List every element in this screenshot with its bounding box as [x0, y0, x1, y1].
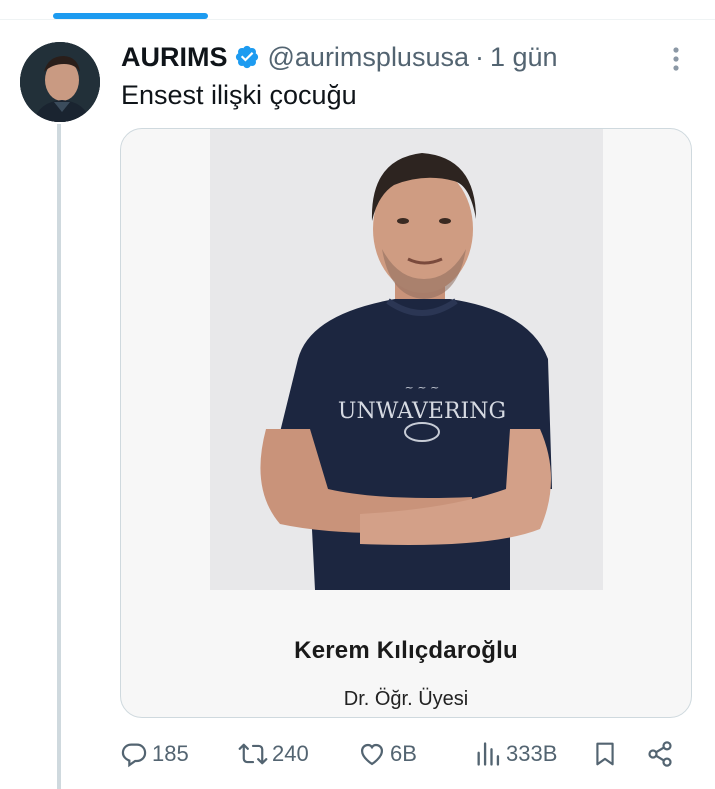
avatar[interactable]: [20, 42, 100, 122]
reply-button[interactable]: 185: [120, 734, 189, 774]
top-divider: [0, 19, 715, 20]
header-separator: ·: [475, 41, 484, 72]
svg-text:~ ~ ~: ~ ~ ~: [405, 381, 440, 394]
tweet-actions: 185 240 6B 333B: [120, 734, 680, 774]
retweet-button[interactable]: 240: [238, 734, 309, 774]
timestamp[interactable]: 1 gün: [490, 42, 558, 73]
person-photo: ~ ~ ~ UNWAVERING: [210, 129, 603, 590]
tweet-header: AURIMS @aurimsplususa · 1 gün: [121, 40, 558, 74]
views-button[interactable]: 333B: [474, 734, 557, 774]
media-card[interactable]: ~ ~ ~ UNWAVERING Kerem Kılıçdaroğlu Dr. …: [120, 128, 692, 718]
caption-title: Dr. Öğr. Üyesi: [343, 688, 469, 710]
like-button[interactable]: 6B: [358, 734, 417, 774]
display-name[interactable]: AURIMS: [121, 42, 228, 73]
retweet-count: 240: [272, 741, 309, 766]
author-handle[interactable]: @aurimsplususa: [268, 42, 470, 73]
caption-name: Kerem Kılıçdaroğlu: [294, 637, 518, 664]
more-vertical-icon[interactable]: [666, 44, 686, 74]
share-button[interactable]: [646, 734, 674, 774]
thread-connector-line: [57, 124, 61, 789]
retweet-icon: [238, 743, 268, 765]
reply-icon: [121, 743, 147, 768]
heart-icon: [360, 743, 384, 766]
avatar-image: [20, 42, 100, 122]
verified-badge-icon: [235, 45, 258, 69]
shirt-print-text: UNWAVERING: [338, 399, 506, 424]
like-count: 6B: [390, 741, 417, 766]
share-icon: [648, 741, 672, 767]
bookmark-button[interactable]: [592, 734, 618, 774]
bookmark-icon: [596, 742, 614, 766]
media-photo[interactable]: ~ ~ ~ UNWAVERING: [210, 129, 603, 590]
views-count: 333B: [506, 741, 558, 766]
reply-count: 185: [152, 741, 189, 766]
views-chart-icon: [477, 742, 500, 766]
tweet-text: Ensest ilişki çocuğu: [121, 80, 357, 110]
